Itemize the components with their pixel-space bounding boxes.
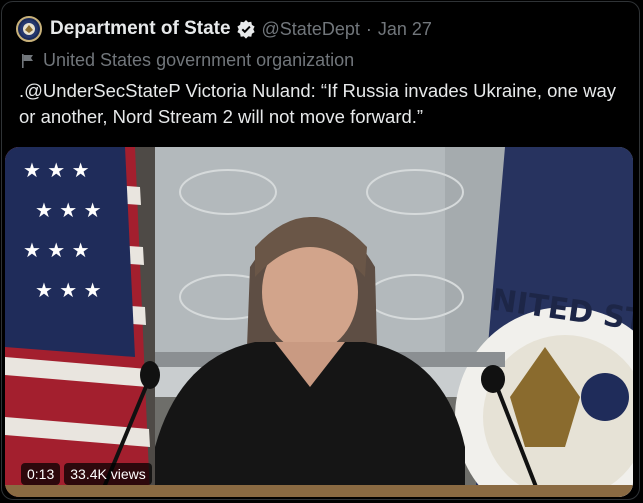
author-handle[interactable]: @StateDept	[262, 19, 360, 40]
author-name[interactable]: Department of State	[50, 18, 231, 40]
video-view-count: 33.4K views	[64, 463, 152, 485]
verified-badge-icon	[236, 19, 256, 39]
tweet-text: .@UnderSecStateP Victoria Nuland: “If Ru…	[19, 80, 617, 127]
tweet-date[interactable]: Jan 27	[378, 19, 432, 40]
svg-text:★ ★ ★: ★ ★ ★	[35, 278, 102, 302]
video-player[interactable]: ★ ★ ★ ★ ★ ★ ★ ★ ★ ★ ★ ★ NITED STA 0:13 3…	[5, 147, 633, 497]
svg-text:★ ★ ★: ★ ★ ★	[35, 198, 102, 222]
video-overlay: 0:13 33.4K views	[21, 463, 152, 485]
svg-text:★ ★ ★: ★ ★ ★	[23, 238, 90, 262]
tweet-card[interactable]: Department of State @StateDept · Jan 27 …	[1, 1, 640, 500]
svg-text:★ ★ ★: ★ ★ ★	[23, 158, 90, 182]
video-frame[interactable]: ★ ★ ★ ★ ★ ★ ★ ★ ★ ★ ★ ★ NITED STA	[5, 147, 633, 497]
flag-icon	[20, 53, 36, 69]
video-elapsed-time: 0:13	[21, 463, 61, 485]
separator-dot: ·	[365, 18, 372, 39]
state-department-seal-icon[interactable]	[16, 16, 42, 42]
tweet-header: Department of State @StateDept · Jan 27	[16, 14, 432, 44]
org-label: United States government organization	[43, 50, 355, 70]
org-label-row: United States government organization	[20, 50, 354, 71]
